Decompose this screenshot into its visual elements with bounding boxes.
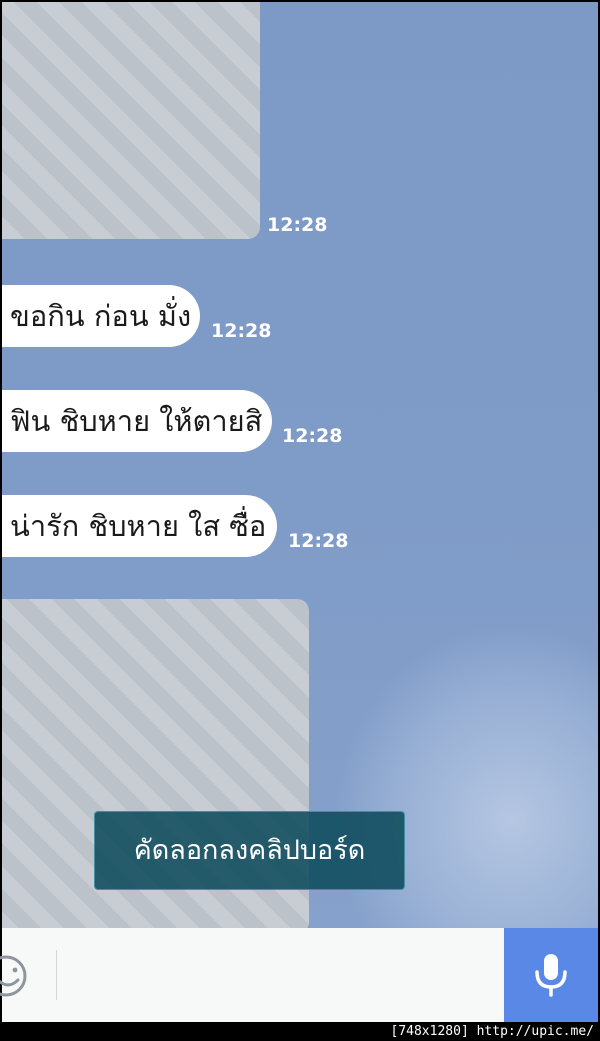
clipboard-toast: คัดลอกลงคลิปบอร์ด [94, 811, 405, 890]
message-timestamp: 12:28 [288, 530, 349, 552]
microphone-button[interactable] [504, 928, 598, 1022]
message-timestamp: 12:28 [267, 214, 328, 236]
watermark-text: [748x1280] http://upic.me/ [390, 1024, 595, 1039]
message-timestamp: 12:28 [211, 320, 272, 342]
emoji-icon[interactable] [0, 954, 28, 998]
text-message-bubble[interactable]: ฟิน ชิบหาย ให้ตายสิ [2, 390, 272, 452]
text-message-bubble[interactable]: ขอกิน ก่อน มั่ง [2, 285, 200, 347]
microphone-icon [535, 954, 567, 997]
message-timestamp: 12:28 [282, 425, 343, 447]
message-input-bar [0, 928, 598, 1022]
text-message-bubble[interactable]: น่ารัก ชิบหาย ใส ซื่อ [2, 495, 277, 557]
input-divider [56, 950, 57, 1000]
chat-area[interactable]: 12:28 ขอกิน ก่อน มั่ง 12:28 ฟิน ชิบหาย ใ… [2, 2, 598, 928]
message-input[interactable] [64, 940, 498, 1012]
image-message[interactable] [2, 2, 260, 239]
footer-strip: [748x1280] http://upic.me/ [0, 1022, 600, 1041]
